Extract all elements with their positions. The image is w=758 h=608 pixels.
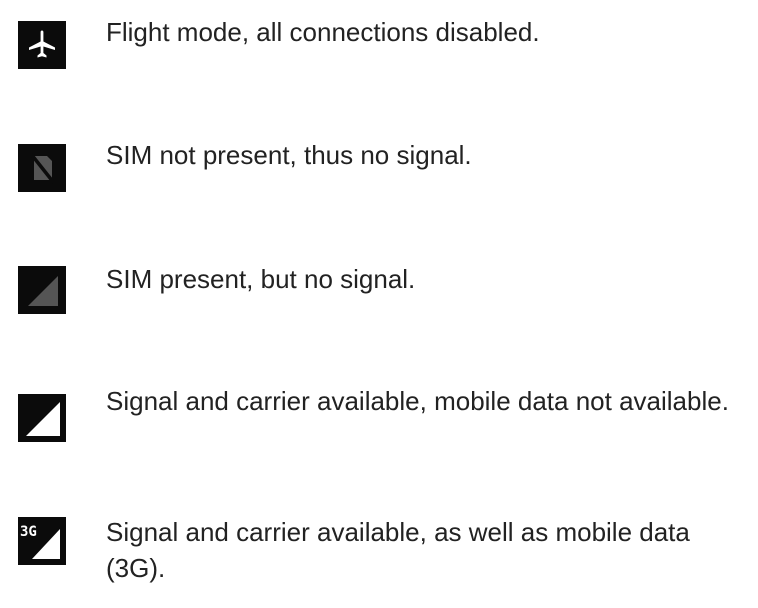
airplane-icon <box>18 21 66 69</box>
signal-3g-icon: 3G <box>18 517 66 565</box>
signal-empty-icon <box>18 266 66 314</box>
no-sim-icon <box>18 144 66 192</box>
item-description: Signal and carrier available, as well as… <box>106 517 690 583</box>
item-description: SIM present, but no signal. <box>106 264 416 294</box>
badge-3g-label: 3G <box>20 524 37 540</box>
signal-full-icon <box>18 394 66 442</box>
item-description: Signal and carrier available, mobile dat… <box>106 386 729 416</box>
item-description: SIM not present, thus no signal. <box>106 140 472 170</box>
item-description: Flight mode, all connections disabled. <box>106 17 540 47</box>
